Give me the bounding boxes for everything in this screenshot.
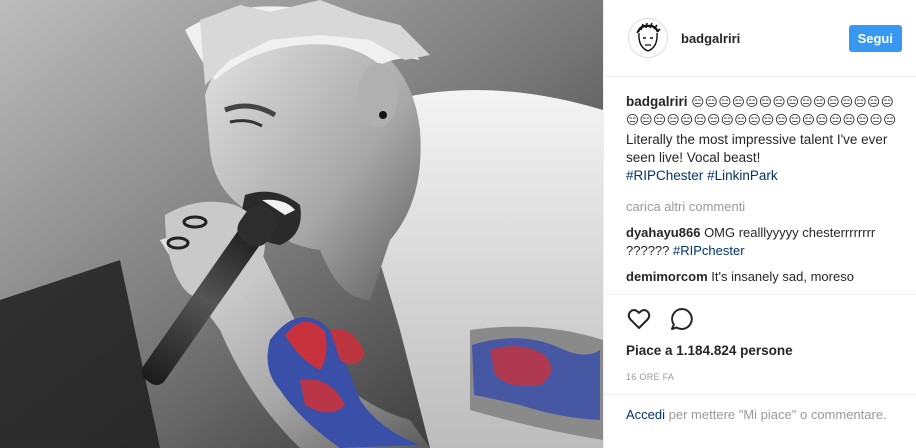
login-prompt-text: per mettere "Mi piace" o commentare. [668,407,887,422]
post-header: badgalriri Segui [604,0,916,77]
post-image [0,0,603,448]
post-photo[interactable] [0,0,603,448]
load-more-comments-link[interactable]: carica altri commenti [626,198,900,216]
post-side-panel: badgalriri Segui badgalriri 😑😑😑😑😑😑😑😑😑😑😑😑… [603,0,916,448]
speech-bubble-icon[interactable] [669,306,695,332]
comment-item: dyahayu866 OMG realllyyyyy chesterrrrrrr… [626,224,900,260]
comment-item: demimorcom It's insanely sad, moreso [626,268,900,286]
hashtag-link-ripchester[interactable]: #RIPChester [626,168,703,183]
heart-icon[interactable] [626,306,652,332]
comment-hashtag-link[interactable]: #RIPchester [673,243,745,258]
caption-text: Literally the most impressive talent I'v… [626,132,888,165]
caption: badgalriri 😑😑😑😑😑😑😑😑😑😑😑😑😑😑😑😑😑😑😑😑😑😑😑😑😑😑😑😑😑… [626,93,900,185]
action-icons [626,305,896,333]
header-username-link[interactable]: badgalriri [681,31,849,46]
hashtag-link-linkinpark[interactable]: #LinkinPark [707,168,778,183]
comment-username-link[interactable]: dyahayu866 [626,225,700,240]
comment-username-link[interactable]: demimorcom [626,269,708,284]
avatar-drawing-icon [630,20,666,56]
follow-button[interactable]: Segui [848,24,902,52]
avatar[interactable] [628,18,668,58]
login-prompt: Accedi per mettere "Mi piace" o commenta… [604,394,916,448]
post-timestamp: 16 ORE FA [626,372,675,382]
post-actions: Piace a 1.184.824 persone [604,294,916,361]
login-link[interactable]: Accedi [626,407,665,422]
instagram-post: badgalriri Segui badgalriri 😑😑😑😑😑😑😑😑😑😑😑😑… [0,0,916,448]
likes-count: Piace a 1.184.824 persone [626,343,793,358]
comments-list: badgalriri 😑😑😑😑😑😑😑😑😑😑😑😑😑😑😑😑😑😑😑😑😑😑😑😑😑😑😑😑😑… [604,77,916,294]
caption-username-link[interactable]: badgalriri [626,94,688,109]
comment-text: It's insanely sad, moreso [711,269,854,284]
